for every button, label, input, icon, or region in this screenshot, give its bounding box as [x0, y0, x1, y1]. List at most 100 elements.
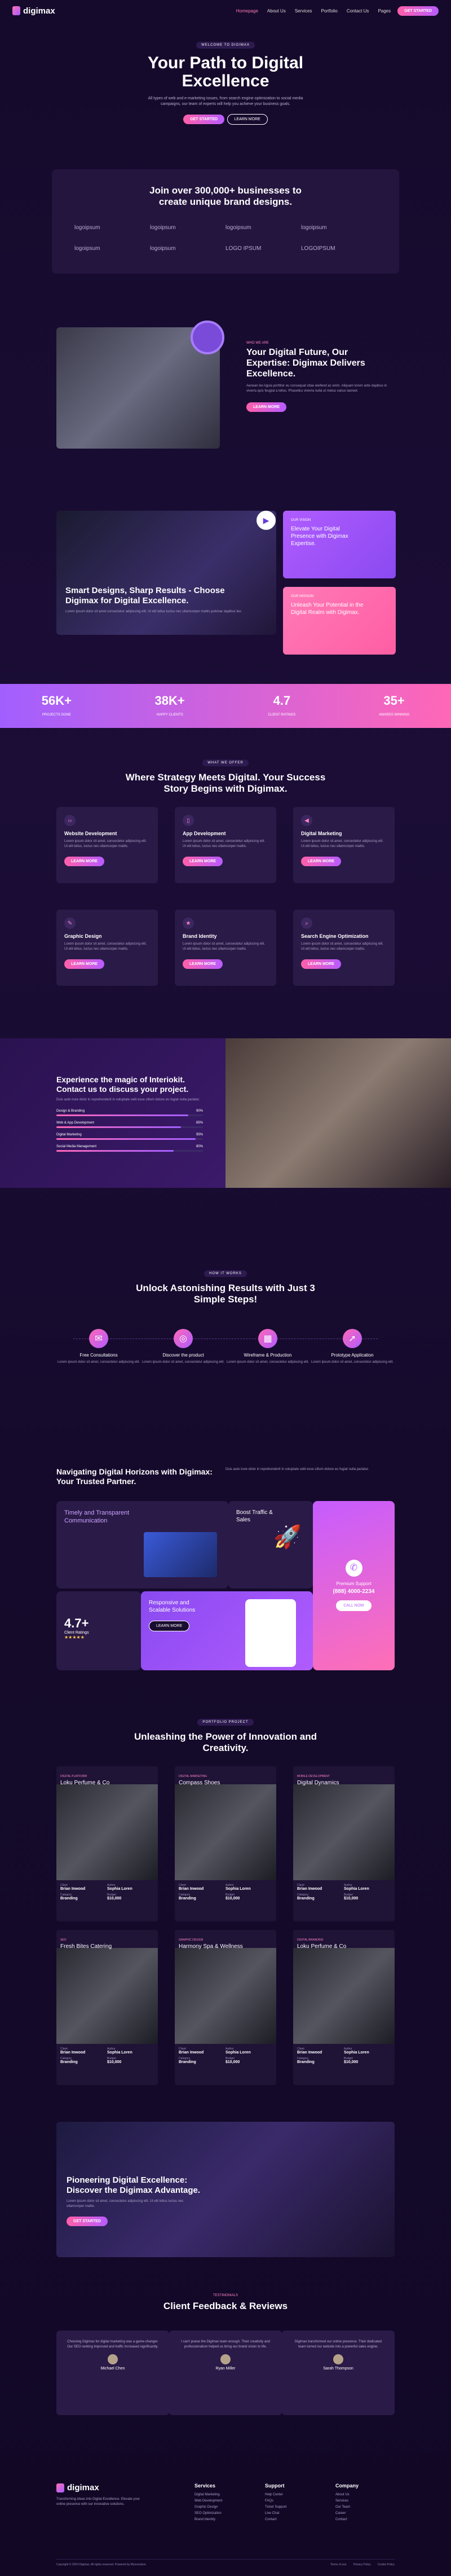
project-meta: Budget $10,000: [344, 2057, 359, 2064]
skills-list: Design & Branding 90% Web & App Developmen…: [56, 1109, 203, 1152]
footer-heading: Services: [194, 2483, 216, 2489]
nav-link-about[interactable]: About Us: [267, 8, 286, 14]
service-desc: Lorem ipsum dolor sit amet, consectetur …: [183, 942, 266, 951]
footer-link[interactable]: Career: [335, 2511, 359, 2517]
service-title: App Development: [183, 831, 226, 836]
testimonial-card: I can't praise the Digimax team enough. …: [169, 2331, 282, 2415]
project-meta: Author Sophia Loren: [226, 2047, 251, 2055]
stat-label: CLIENT RATINGS: [268, 713, 296, 717]
hero-tag: WELCOME TO DIGIMAX: [196, 42, 255, 49]
step-item: ➚ Prototype Application Lorem ipsum dolor …: [310, 1329, 395, 1365]
footer-column: Company About Us Services Our Team Career Con…: [335, 2483, 359, 2523]
brand-logo[interactable]: digimax: [12, 6, 55, 16]
step-desc: Lorem ipsum dolor sit amet, consectetur …: [142, 1361, 225, 1364]
project-category: DIGITAL MARKETING: [179, 1775, 207, 1778]
service-button[interactable]: LEARN MORE: [183, 959, 223, 969]
footer-link[interactable]: Brand Identity: [194, 2517, 222, 2523]
about-tag: WHO WE ARE: [246, 341, 269, 345]
service-card[interactable]: ⌕ Search Engine Optimization Lorem ipsum d…: [293, 910, 395, 986]
step-title: Discover the product: [162, 1353, 204, 1358]
hero-primary-button[interactable]: GET STARTED: [183, 115, 225, 124]
footer-link[interactable]: Ticket Support: [265, 2504, 286, 2511]
footer-link[interactable]: Digital Marketing: [194, 2492, 222, 2498]
responsive-button[interactable]: LEARN MORE: [149, 1621, 190, 1631]
about-button[interactable]: LEARN MORE: [246, 402, 287, 412]
phone-mockup: [245, 1599, 296, 1667]
services-tag: WHAT WE OFFER: [202, 760, 249, 766]
footer-link[interactable]: SEO Optimization: [194, 2511, 222, 2517]
service-card[interactable]: ★ Brand Identity Lorem ipsum dolor sit ame…: [175, 910, 276, 986]
stat-value: 4.7: [273, 694, 291, 708]
footer-legal-link[interactable]: Cookie Policy: [378, 2563, 395, 2566]
stat-item: 35+ AWARDS WINNING: [379, 694, 409, 718]
nav-cta-button[interactable]: GET STARTED: [397, 6, 439, 16]
step-title: Free Consultations: [79, 1353, 118, 1358]
skill-name: Design & Branding: [56, 1109, 85, 1113]
project-card[interactable]: GRAPHIC DESIGN Harmony Spa & Wellness Clie…: [175, 1930, 276, 2085]
nav-links: Homepage About Us Services Portfolio Con…: [236, 8, 391, 14]
project-card[interactable]: DIGITAL BRANDING Loku Perfume & Co Client B…: [293, 1930, 395, 2085]
call-now-button[interactable]: CALL NOW: [336, 1600, 372, 1611]
skill-row: Social Media Management 80%: [56, 1145, 203, 1152]
service-button[interactable]: LEARN MORE: [183, 857, 223, 866]
boost-title: Boost Traffic & Sales: [236, 1509, 273, 1523]
footer-link[interactable]: FAQs: [265, 2498, 286, 2504]
footer-link[interactable]: Web Development: [194, 2498, 222, 2504]
partner-logo: logoipsum: [74, 245, 100, 252]
service-card[interactable]: ▯ App Development Lorem ipsum dolor sit am…: [175, 807, 276, 883]
nav-link-portfolio[interactable]: Portfolio: [321, 8, 338, 14]
footer-link[interactable]: Services: [335, 2498, 359, 2504]
footer-link[interactable]: Help Center: [265, 2492, 286, 2498]
service-card[interactable]: ◀ Digital Marketing Lorem ipsum dolor sit …: [293, 807, 395, 883]
service-card[interactable]: ✎ Graphic Design Lorem ipsum dolor sit ame…: [56, 910, 158, 986]
footer-link[interactable]: Live Chat: [265, 2511, 286, 2517]
footer-link[interactable]: Our Team: [335, 2504, 359, 2511]
badge-icon: ★: [183, 918, 194, 929]
project-card[interactable]: SEO Fresh Bites Catering Client Brian Inwoo…: [56, 1930, 158, 2085]
footer-legal-link[interactable]: Terms of use: [330, 2563, 347, 2566]
service-button[interactable]: LEARN MORE: [301, 959, 342, 969]
partner-logo: logoipsum: [150, 225, 176, 231]
project-meta: Budget $10,000: [226, 1893, 240, 1901]
footer-link[interactable]: Contact: [335, 2517, 359, 2523]
play-icon[interactable]: ▶: [257, 511, 276, 530]
pioneer-button[interactable]: GET STARTED: [67, 2217, 108, 2226]
star-rating-icon: ★★★★★: [64, 1635, 85, 1640]
rating-card: 4.7+ Client Ratings ★★★★★: [56, 1591, 141, 1670]
skill-fill: [56, 1114, 188, 1116]
footer-link[interactable]: Graphic Design: [194, 2504, 222, 2511]
stat-value: 38K+: [154, 694, 185, 708]
avatar: [333, 2354, 343, 2364]
brands-panel: Join over 300,000+ businesses to create …: [52, 169, 399, 274]
project-image: [293, 1784, 395, 1880]
support-phone[interactable]: (888) 4000-2234: [321, 1588, 387, 1595]
stat-item: 56K+ PROJECTS DONE: [42, 694, 72, 718]
footer-link[interactable]: Contact: [265, 2517, 286, 2523]
partner-logo: logoipsum: [150, 245, 176, 252]
service-card[interactable]: ‹› Website Development Lorem ipsum dolor s…: [56, 807, 158, 883]
project-meta: Client Brian Inwood: [60, 1884, 86, 1891]
hero-secondary-button[interactable]: LEARN MORE: [227, 114, 268, 125]
service-title: Search Engine Optimization: [301, 933, 369, 939]
stat-item: 4.7 CLIENT RATINGS: [268, 694, 295, 718]
nav-link-services[interactable]: Services: [295, 8, 312, 14]
skill-value: 90%: [196, 1109, 203, 1113]
project-card[interactable]: DIGITAL MARKETING Compass Shoes Client Bria…: [175, 1766, 276, 1921]
footer-link[interactable]: About Us: [335, 2492, 359, 2498]
service-button[interactable]: LEARN MORE: [301, 857, 342, 866]
phone-icon: ✆: [345, 1560, 362, 1577]
skill-fill: [56, 1138, 196, 1140]
footer-legal-link[interactable]: Privacy Policy: [353, 2563, 371, 2566]
project-card[interactable]: DIGITAL PLATFORM Loku Perfume & Co Client B…: [56, 1766, 158, 1921]
footer-column: Services Digital Marketing Web Development…: [194, 2483, 222, 2523]
project-meta: Category Branding: [179, 1893, 196, 1901]
step-item: ▦ Wireframe & Production Lorem ipsum dolor…: [226, 1329, 310, 1365]
project-card[interactable]: MOBILE DEVELOPMENT Digital Dynamics Client…: [293, 1766, 395, 1921]
footer-column: Support Help Center FAQs Ticket Support Live…: [265, 2483, 286, 2523]
service-button[interactable]: LEARN MORE: [64, 857, 105, 866]
nav-link-pages[interactable]: Pages: [378, 8, 391, 14]
nav-link-contact[interactable]: Contact Us: [347, 8, 369, 14]
service-button[interactable]: LEARN MORE: [64, 959, 105, 969]
footer-logo[interactable]: digimax: [56, 2483, 147, 2492]
nav-link-home[interactable]: Homepage: [236, 8, 258, 14]
